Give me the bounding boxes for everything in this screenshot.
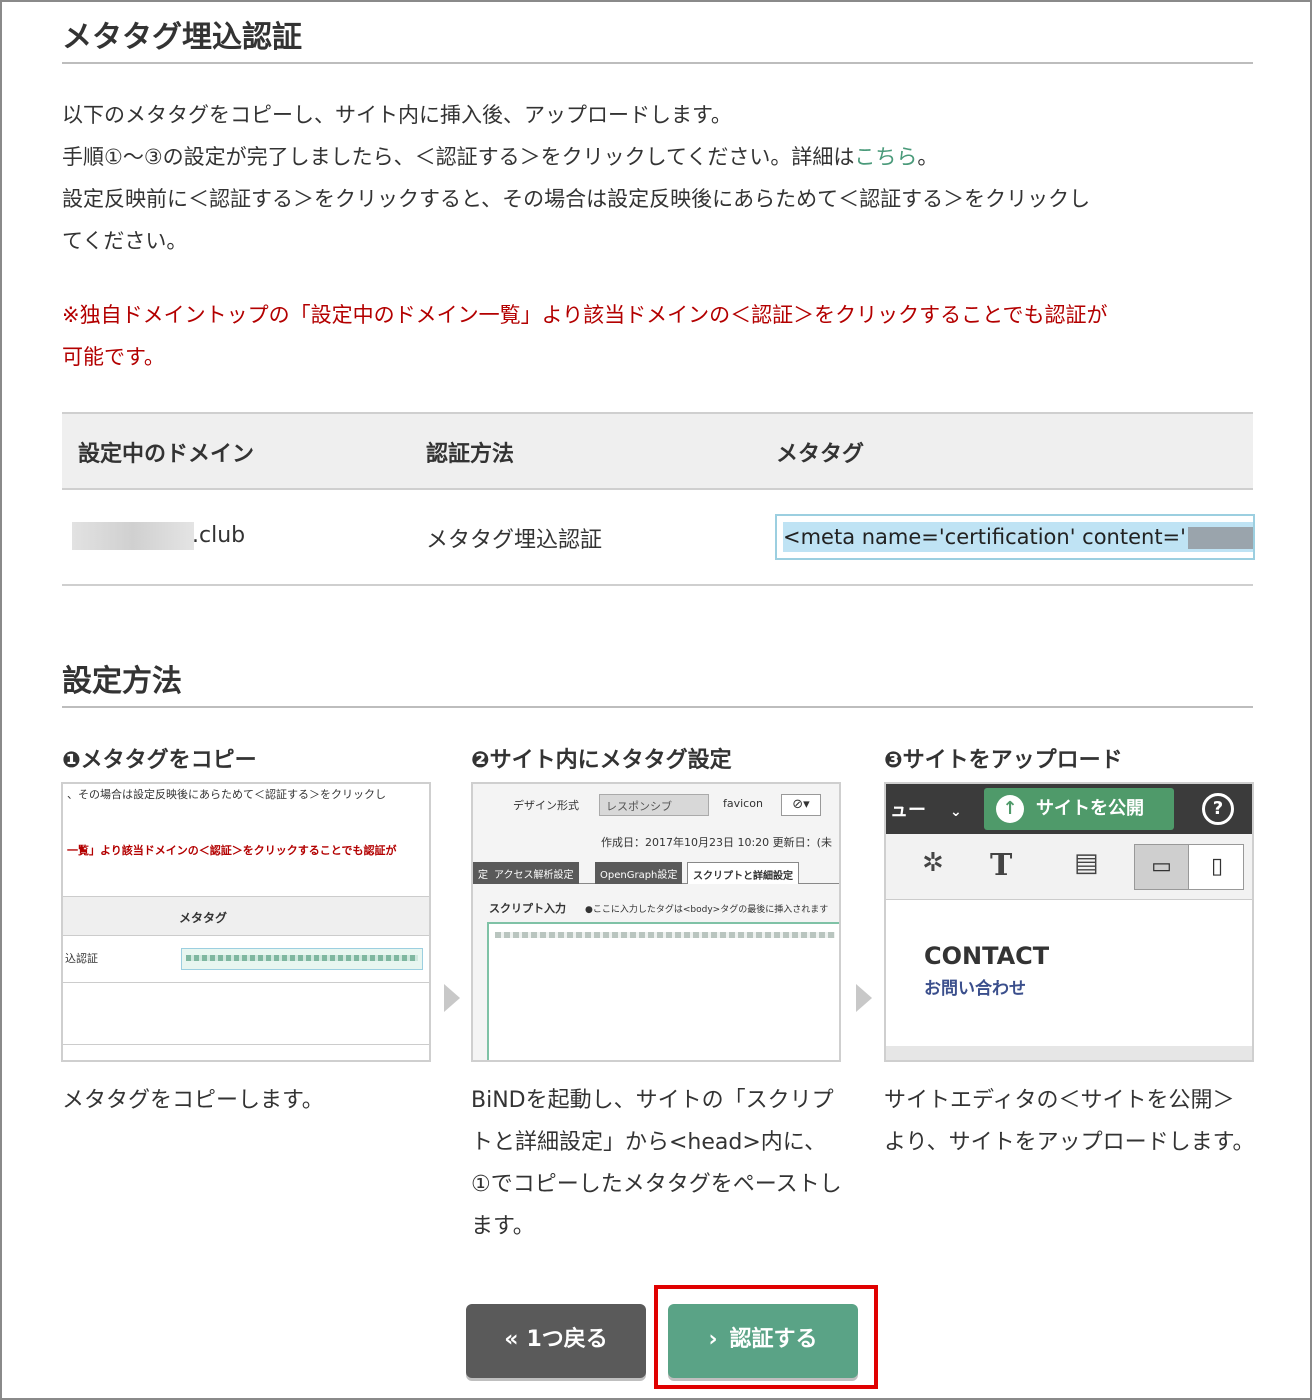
shot2-tab-script: スクリプトと詳細設定 bbox=[687, 862, 799, 884]
step-3-title: ❸サイトをアップロード bbox=[884, 748, 1123, 773]
shot3-toolbox: ✲ T ▤ ▭ ▯ bbox=[886, 834, 1252, 900]
section-title-setup: 設定方法 bbox=[62, 664, 182, 699]
method-cell: メタタグ埋込認証 bbox=[426, 528, 603, 553]
domain-redacted bbox=[72, 522, 194, 550]
layout-icon: ▤ bbox=[1074, 848, 1099, 878]
shot1-td: 込認証 bbox=[65, 952, 98, 965]
step-1-title: ❶メタタグをコピー bbox=[62, 748, 257, 773]
details-link[interactable]: こちら bbox=[854, 145, 917, 169]
back-button-label: 1つ戻る bbox=[526, 1327, 608, 1352]
metatag-text: <meta name='certification' content=' bbox=[783, 525, 1186, 549]
th-method: 認証方法 bbox=[426, 442, 515, 467]
help-icon: ? bbox=[1202, 793, 1234, 825]
step-2-desc: BiNDを起動し、サイトの「スクリプトと詳細設定」から<head>内に、①でコピ… bbox=[471, 1088, 842, 1239]
shot2-tabs: 定 アクセス解析設定 OpenGraph設定 スクリプトと詳細設定 bbox=[473, 862, 839, 884]
th-metatag: メタタグ bbox=[776, 442, 865, 467]
shot1-th: メタタグ bbox=[179, 911, 228, 925]
section-title-meta-auth: メタタグ埋込認証 bbox=[62, 20, 302, 55]
shot3-footer bbox=[886, 1046, 1252, 1060]
shot2-tab-opengraph: OpenGraph設定 bbox=[595, 862, 683, 884]
shot3-toolbar: ュー ⌄ ↑ サイトを公開 ? bbox=[886, 784, 1252, 834]
desktop-icon: ▭ bbox=[1135, 845, 1189, 889]
shot2-design-select: レスポンシブ bbox=[599, 794, 709, 816]
text-style-icon: T bbox=[990, 848, 1013, 883]
highlight-box bbox=[654, 1285, 878, 1389]
setup-divider bbox=[62, 706, 1253, 708]
shot2-design-label: デザイン形式 bbox=[513, 799, 579, 812]
intro-line-2: 手順①〜③の設定が完了しましたら、＜認証する＞をクリックしてください。詳細はこち… bbox=[62, 136, 1262, 178]
shot3-menu-label: ュー bbox=[890, 800, 926, 821]
double-chevron-left-icon: « bbox=[504, 1327, 519, 1352]
step-3-screenshot: ュー ⌄ ↑ サイトを公開 ? ✲ T ▤ ▭ ▯ CONTACT お問い合わせ bbox=[884, 782, 1254, 1062]
intro-line-3: 設定反映前に＜認証する＞をクリックすると、その場合は設定反映後にあらためて＜認証… bbox=[62, 187, 1091, 211]
shot3-menu: ュー ⌄ bbox=[890, 796, 962, 822]
shot3-publish-label: サイトを公開 bbox=[1036, 798, 1144, 819]
step-1-desc: メタタグをコピーします。 bbox=[62, 1088, 324, 1113]
shot3-contact-jp: お問い合わせ bbox=[924, 979, 1026, 999]
shot1-table-header: メタタグ bbox=[63, 896, 429, 936]
mobile-icon: ▯ bbox=[1210, 854, 1224, 879]
step-arrow-2 bbox=[856, 984, 872, 1012]
shot2-script-note: ●ここに入力したタグは<body>タグの最後に挿入されます bbox=[585, 905, 829, 915]
theme-icon: ✲ bbox=[922, 848, 944, 878]
step-1-screenshot: 、その場合は設定反映後にあらためて＜認証する＞をクリックし 一覧」より該当ドメイ… bbox=[61, 782, 431, 1062]
table-row-divider bbox=[62, 584, 1253, 586]
shot3-publish-button: ↑ サイトを公開 bbox=[984, 788, 1174, 830]
shot2-favicon-label: favicon bbox=[723, 797, 763, 810]
shot1-text-b: 一覧」より該当ドメインの＜認証＞をクリックすることでも認証が bbox=[67, 844, 397, 857]
step-2-screenshot: デザイン形式 レスポンシブ favicon ⊘▾ 作成日：2017年10月23日… bbox=[471, 782, 841, 1062]
domain-cell: .club bbox=[72, 522, 245, 550]
upload-arrow-icon: ↑ bbox=[996, 795, 1024, 823]
metatag-redacted bbox=[1187, 527, 1253, 549]
shot2-favicon-icon: ⊘▾ bbox=[781, 794, 821, 816]
intro-line-4: てください。 bbox=[62, 229, 188, 253]
note-line-2: 可能です。 bbox=[62, 345, 165, 369]
shot1-divider-2 bbox=[63, 1044, 429, 1045]
shot2-created: 作成日：2017年10月23日 10:20 更新日：(未 bbox=[601, 836, 832, 849]
intro-line-2-end: 。 bbox=[917, 145, 939, 169]
step-2-title: ❷サイト内にメタタグ設定 bbox=[471, 748, 732, 773]
chevron-down-icon: ⌄ bbox=[950, 804, 962, 820]
shot2-script-label: スクリプト入力 bbox=[489, 902, 566, 915]
shot1-metatag-field bbox=[181, 948, 423, 970]
step-arrow-1 bbox=[444, 984, 460, 1012]
domain-suffix: .club bbox=[192, 523, 246, 548]
table-header: 設定中のドメイン 認証方法 メタタグ bbox=[62, 412, 1253, 490]
th-domain: 設定中のドメイン bbox=[78, 442, 255, 467]
title-divider bbox=[62, 62, 1253, 64]
intro-line-2-text: 手順①〜③の設定が完了しましたら、＜認証する＞をクリックしてください。詳細は bbox=[62, 145, 855, 169]
shot3-contact: CONTACT bbox=[924, 942, 1050, 970]
shot2-script-area bbox=[487, 922, 839, 1060]
back-button[interactable]: « 1つ戻る bbox=[466, 1304, 646, 1378]
shot3-device-toggle: ▭ ▯ bbox=[1134, 844, 1244, 890]
metatag-value: <meta name='certification' content=' bbox=[783, 522, 1253, 552]
metatag-field[interactable]: <meta name='certification' content=' bbox=[775, 514, 1255, 560]
note-line-1: ※独自ドメイントップの「設定中のドメイン一覧」より該当ドメインの＜認証＞をクリッ… bbox=[62, 303, 1108, 327]
shot1-text-a: 、その場合は設定反映後にあらためて＜認証する＞をクリックし bbox=[67, 788, 386, 801]
step-3-desc: サイトエディタの＜サイトを公開＞より、サイトをアップロードします。 bbox=[884, 1088, 1255, 1155]
intro-line-1: 以下のメタタグをコピーし、サイト内に挿入後、アップロードします。 bbox=[62, 103, 732, 127]
shot2-tab-access: アクセス解析設定 bbox=[489, 862, 579, 884]
shot1-divider bbox=[63, 982, 429, 983]
